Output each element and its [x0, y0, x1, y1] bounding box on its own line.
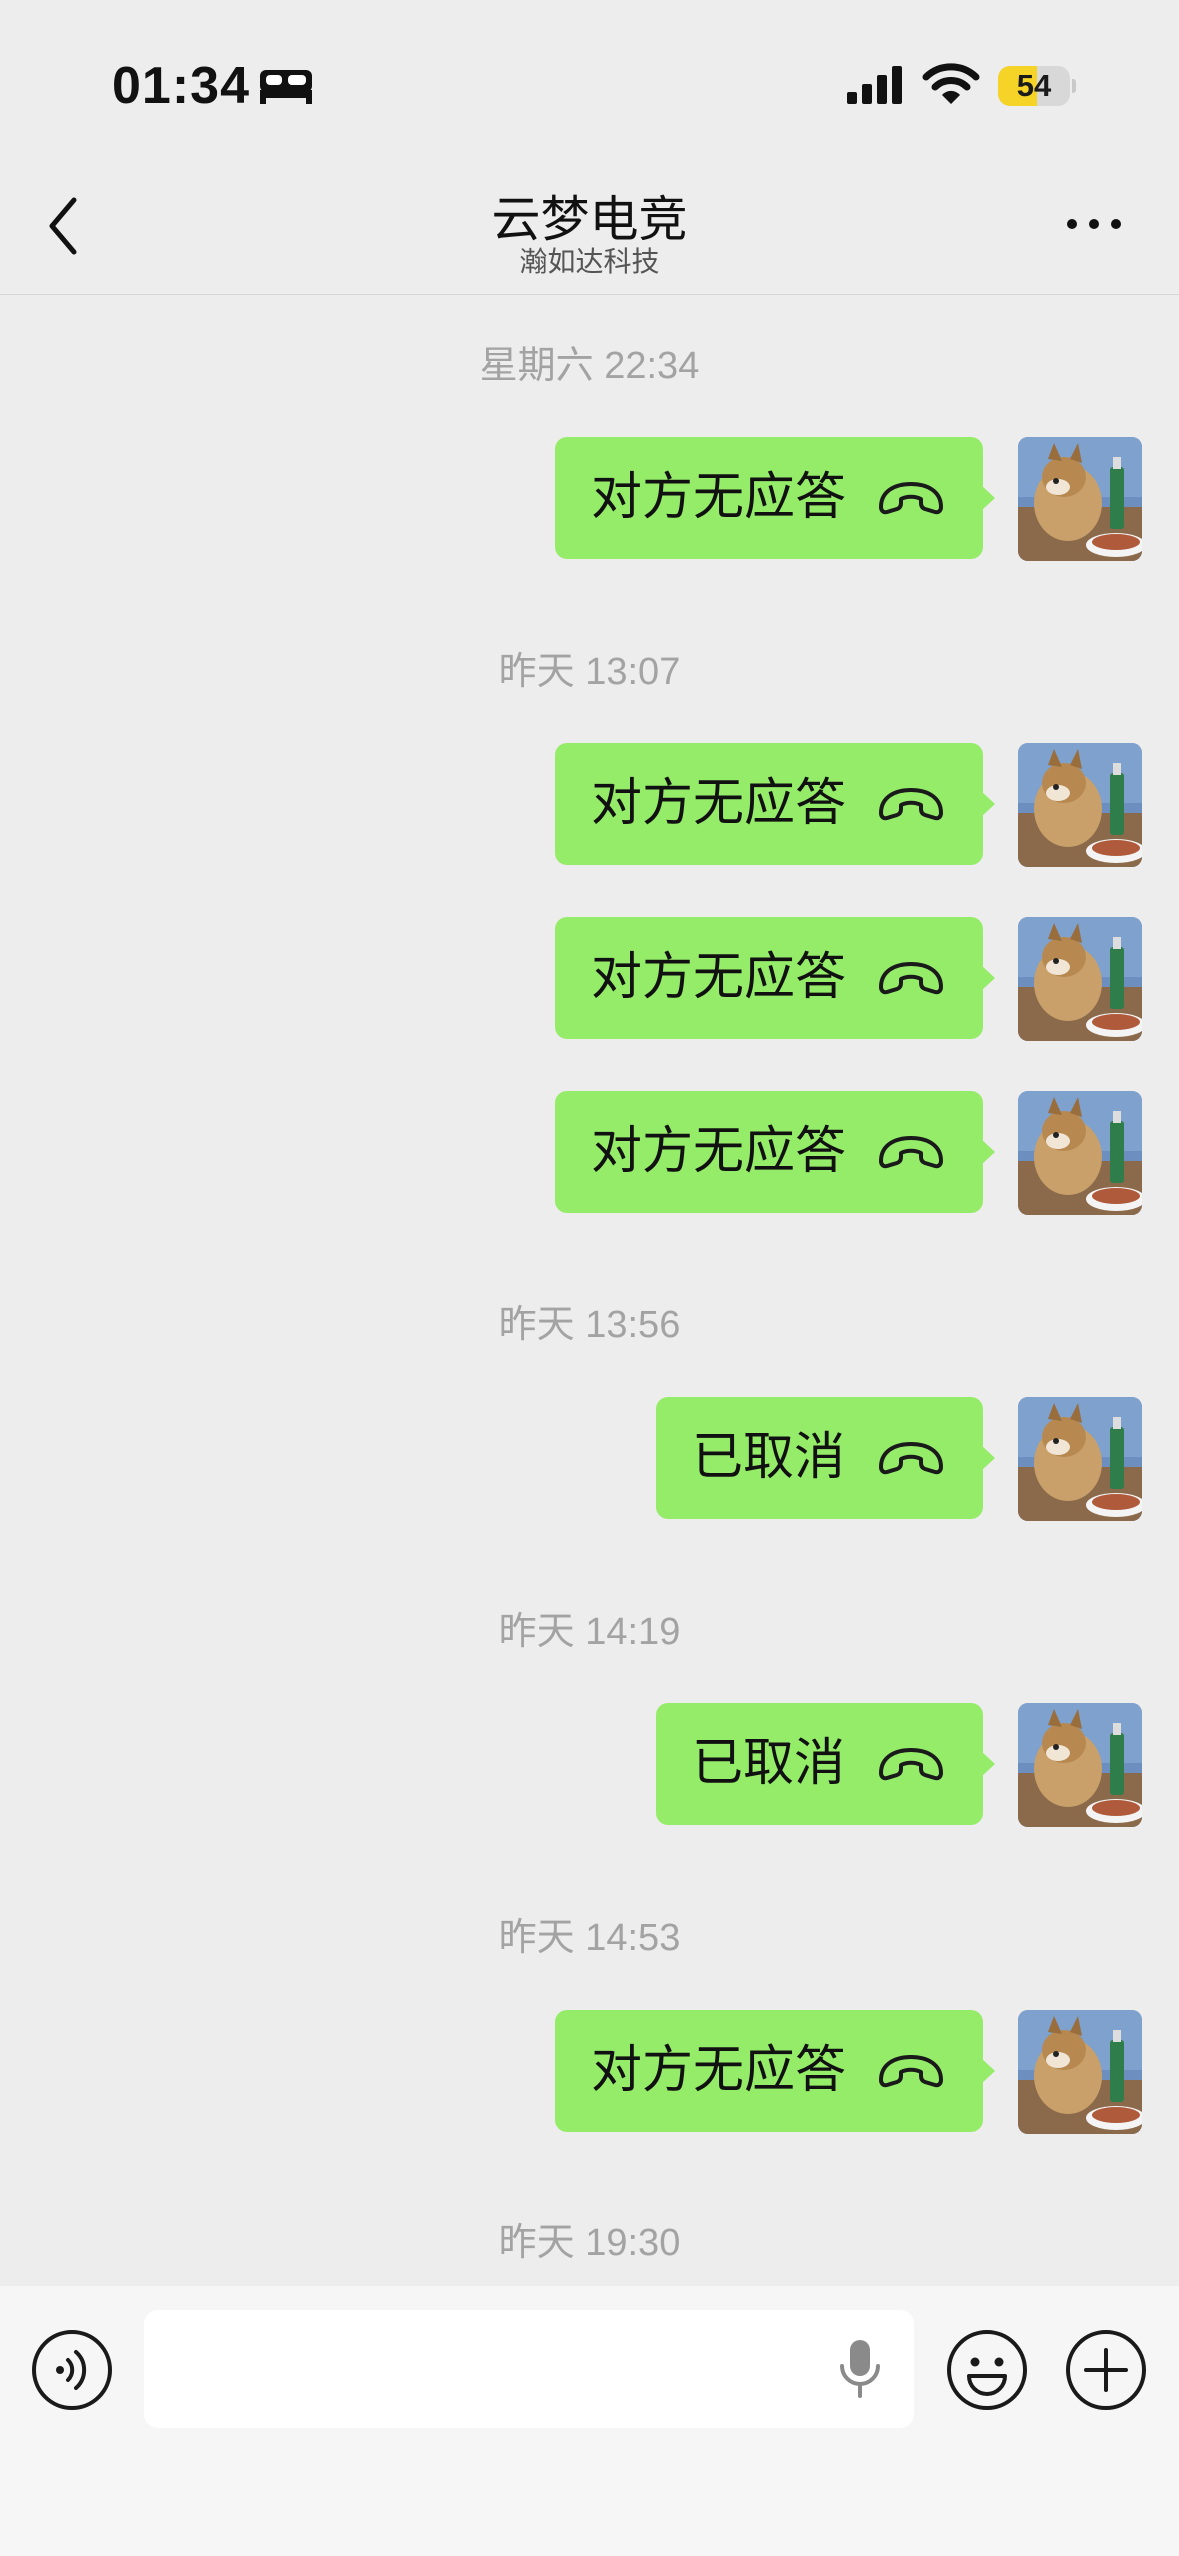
status-time: 01:34 — [112, 57, 250, 115]
avatar[interactable] — [1018, 917, 1142, 1041]
call-status-text: 已取消 — [692, 1734, 846, 1793]
call-message[interactable]: 已取消 — [0, 1703, 1179, 1827]
cellular-signal-icon — [847, 66, 902, 104]
battery-percent: 54 — [1016, 68, 1052, 103]
call-status-text: 对方无应答 — [591, 1122, 847, 1181]
call-message[interactable]: 对方无应答 — [0, 2010, 1179, 2134]
avatar[interactable] — [1018, 437, 1142, 561]
call-status-text: 对方无应答 — [591, 2041, 847, 2100]
call-message[interactable]: 对方无应答 — [0, 917, 1179, 1041]
message-bubble[interactable]: 已取消 — [656, 1703, 995, 1825]
call-status-text: 已取消 — [692, 1428, 846, 1487]
avatar[interactable] — [1018, 1397, 1142, 1521]
battery-icon: 54 — [998, 66, 1076, 106]
phone-hangup-icon — [879, 2055, 943, 2088]
phone-hangup-icon — [879, 962, 943, 995]
timestamp: 昨天 14:53 — [498, 1917, 681, 1959]
avatar[interactable] — [1018, 2010, 1142, 2134]
voice-input-icon[interactable] — [30, 2328, 114, 2412]
microphone-icon[interactable] — [836, 2336, 884, 2402]
plus-icon[interactable] — [1064, 2328, 1148, 2412]
message-bubble[interactable]: 对方无应答 — [555, 743, 995, 865]
call-message[interactable]: 对方无应答 — [0, 437, 1179, 561]
phone-hangup-icon — [879, 482, 943, 515]
call-message[interactable]: 已取消 — [0, 1397, 1179, 1521]
timestamp: 昨天 19:30 — [498, 2222, 681, 2264]
more-dots-icon[interactable] — [1064, 212, 1124, 236]
avatar[interactable] — [1018, 1703, 1142, 1827]
phone-hangup-icon — [879, 1442, 943, 1475]
bed-icon — [260, 70, 312, 104]
phone-hangup-icon — [879, 788, 943, 821]
call-status-text: 对方无应答 — [591, 468, 847, 527]
avatar[interactable] — [1018, 743, 1142, 867]
timestamp: 昨天 13:56 — [498, 1304, 681, 1346]
status-bar: 01:34 54 — [0, 0, 1179, 160]
call-message[interactable]: 对方无应答 — [0, 743, 1179, 867]
call-status-text: 对方无应答 — [591, 774, 847, 833]
chat-subtitle: 瀚如达科技 — [519, 245, 660, 278]
message-bubble[interactable]: 对方无应答 — [555, 917, 995, 1039]
phone-hangup-icon — [879, 1748, 943, 1781]
call-status-text: 对方无应答 — [591, 948, 847, 1007]
message-bubble[interactable]: 对方无应答 — [555, 1091, 995, 1213]
timestamp: 星期六 22:34 — [479, 345, 700, 387]
chat-message-list[interactable]: 星期六 22:34 对方无应答 昨天 13:07 对方无应答 对方无应答 对方无… — [0, 296, 1179, 2286]
message-bubble[interactable]: 对方无应答 — [555, 2010, 995, 2132]
phone-hangup-icon — [879, 1136, 943, 1169]
message-input[interactable] — [144, 2310, 914, 2428]
message-bubble[interactable]: 对方无应答 — [555, 437, 995, 559]
chat-header: 云梦电竞 瀚如达科技 — [0, 160, 1179, 295]
avatar[interactable] — [1018, 1091, 1142, 1215]
wifi-icon — [922, 63, 980, 104]
call-message[interactable]: 对方无应答 — [0, 1091, 1179, 1215]
timestamp: 昨天 14:19 — [498, 1611, 681, 1653]
emoji-icon[interactable] — [945, 2328, 1029, 2412]
timestamp: 昨天 13:07 — [498, 651, 681, 693]
chat-input-bar — [0, 2286, 1179, 2556]
message-bubble[interactable]: 已取消 — [656, 1397, 995, 1519]
